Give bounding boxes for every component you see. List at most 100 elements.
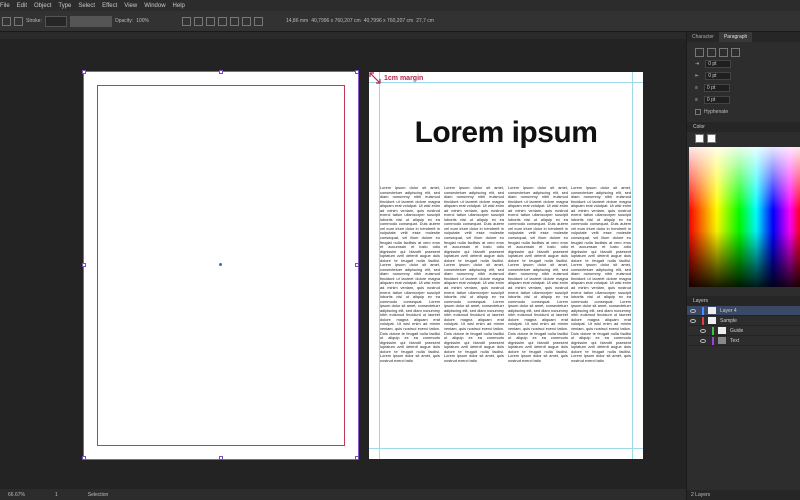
tab-paragraph[interactable]: Paragraph <box>718 32 753 42</box>
hyphenate-row: Hyphenate <box>687 106 800 118</box>
zoom-level[interactable]: 66.67% <box>8 492 25 498</box>
text-column-1[interactable]: Lorem ipsum dolor sit amet, consectetuer… <box>380 186 440 440</box>
layer-thumbnail <box>718 327 726 334</box>
resize-handle-tl[interactable] <box>82 70 86 74</box>
space-after-icon: ≡ <box>695 97 698 103</box>
recolor-icon[interactable] <box>181 16 191 26</box>
menu-select[interactable]: Select <box>78 3 95 9</box>
space-before-row: ≡ 0 pt <box>687 82 800 94</box>
para-align-right-icon[interactable] <box>719 47 728 57</box>
resize-handle-l[interactable] <box>82 263 86 267</box>
center-point <box>219 263 222 266</box>
layer-row[interactable]: Layer 4 <box>687 306 800 316</box>
menu-help[interactable]: Help <box>173 3 185 9</box>
layer-name: Sample <box>720 317 737 324</box>
guide-bottom <box>369 448 643 449</box>
left-indent-icon: ⇥ <box>695 61 700 67</box>
x-position[interactable]: 14,86 mm <box>286 18 308 24</box>
artboard-left[interactable] <box>82 70 359 460</box>
space-after-row: ≡ 0 pt <box>687 94 800 106</box>
document-tab-strip[interactable] <box>0 32 686 39</box>
layer-color-indicator <box>702 306 704 315</box>
panel-tabs: Character Paragraph <box>687 32 800 42</box>
text-column-4[interactable]: Lorem ipsum dolor sit amet, consectetuer… <box>571 186 631 440</box>
color-panel-header[interactable]: Color <box>687 122 800 132</box>
menu-effect[interactable]: Effect <box>102 3 117 9</box>
text-column-2[interactable]: Lorem ipsum dolor sit amet, consectetuer… <box>444 186 504 440</box>
hyphenate-checkbox[interactable] <box>695 109 701 115</box>
visibility-eye-icon[interactable] <box>690 318 696 323</box>
artboard-right[interactable]: 1cm margin Lorem ipsum Lorem ipsum dolor… <box>369 72 643 459</box>
first-line-indent-row: ⇤ 0 pt <box>687 70 800 82</box>
visibility-eye-icon[interactable] <box>700 328 706 333</box>
layers-panel-header[interactable]: Layers <box>687 296 800 306</box>
first-line-indent-field[interactable]: 0 pt <box>705 72 732 80</box>
stroke-color-swatch[interactable] <box>707 133 716 143</box>
align-bottom-icon[interactable] <box>253 16 263 26</box>
space-after-field[interactable]: 0 pt <box>703 96 730 104</box>
space-before-icon: ≡ <box>695 85 698 91</box>
para-align-center-icon[interactable] <box>707 47 716 57</box>
layer-color-indicator <box>712 336 714 345</box>
layer-color-indicator <box>712 326 714 335</box>
canvas-area[interactable]: 1cm margin Lorem ipsum Lorem ipsum dolor… <box>0 39 686 489</box>
menu-window[interactable]: Window <box>144 3 165 9</box>
layer-thumbnail <box>708 317 716 324</box>
visibility-eye-icon[interactable] <box>700 338 706 343</box>
stroke-swatch-icon[interactable] <box>14 16 23 26</box>
opacity-value[interactable]: 100% <box>136 18 149 24</box>
stroke-weight-field[interactable] <box>44 15 67 27</box>
status-bar: 66.67% 1 Selection <box>0 489 686 500</box>
left-indent-row: ⇥ 0 pt <box>687 58 800 70</box>
first-line-indent-icon: ⇤ <box>695 73 700 79</box>
menu-view[interactable]: View <box>124 3 137 9</box>
menu-type[interactable]: Type <box>58 3 71 9</box>
layer-thumbnail <box>708 307 716 314</box>
align-center-icon[interactable] <box>205 16 215 26</box>
layer-name: Guide <box>730 327 744 334</box>
left-indent-field[interactable]: 0 pt <box>705 60 732 68</box>
align-left-icon[interactable] <box>193 16 203 26</box>
resize-handle-b[interactable] <box>219 456 223 460</box>
guide-top <box>369 82 643 83</box>
layers-panel: Layers Layer 4 Sample Guide Text <box>687 292 800 346</box>
resize-handle-br[interactable] <box>355 456 359 460</box>
resize-handle-tr[interactable] <box>355 70 359 74</box>
tab-character[interactable]: Character <box>687 32 719 42</box>
visibility-eye-icon[interactable] <box>690 308 696 313</box>
align-right-icon[interactable] <box>217 16 227 26</box>
menu-file[interactable]: File <box>0 3 10 9</box>
menu-object[interactable]: Object <box>34 3 51 9</box>
align-top-icon[interactable] <box>229 16 239 26</box>
headline-text[interactable]: Lorem ipsum <box>369 116 643 150</box>
align-middle-icon[interactable] <box>241 16 251 26</box>
color-spectrum[interactable] <box>689 147 800 287</box>
layer-row[interactable]: Guide <box>687 326 800 336</box>
variable-width-profile[interactable] <box>69 15 112 27</box>
text-column-3[interactable]: Lorem ipsum dolor sit amet, consectetuer… <box>508 186 568 440</box>
dimensions-value[interactable]: 40,7996 x 760,207 cm <box>364 18 413 24</box>
space-before-field[interactable]: 0 pt <box>703 84 730 92</box>
para-align-left-icon[interactable] <box>695 47 704 57</box>
width-height-value[interactable]: 40,7996 x 760,207 cm <box>311 18 360 24</box>
fill-swatch-icon[interactable] <box>2 16 11 26</box>
page-number[interactable]: 1 <box>55 492 58 498</box>
menu-edit[interactable]: Edit <box>17 3 27 9</box>
fill-color-swatch[interactable] <box>695 133 704 143</box>
stroke-label: Stroke: <box>26 18 42 24</box>
layers-count: 2 Layers <box>687 490 800 500</box>
layer-name: Layer 4 <box>720 307 737 314</box>
para-justify-icon[interactable] <box>731 47 740 57</box>
menu-bar: File Edit Object Type Select Effect View… <box>0 0 800 11</box>
resize-handle-r[interactable] <box>355 263 359 267</box>
color-swatch-row <box>687 132 800 144</box>
resize-handle-bl[interactable] <box>82 456 86 460</box>
resize-handle-t[interactable] <box>219 70 223 74</box>
margin-label: 1cm margin <box>384 75 424 82</box>
hyphenate-label: Hyphenate <box>704 109 729 115</box>
layer-row[interactable]: Sample <box>687 316 800 326</box>
control-bar: Stroke: Opacity: 100% 14,86 mm 40,7996 x… <box>0 11 800 32</box>
align-buttons-row <box>687 46 800 58</box>
layer-row[interactable]: Text <box>687 336 800 346</box>
rotation-value[interactable]: 27,7 cm <box>416 18 434 24</box>
